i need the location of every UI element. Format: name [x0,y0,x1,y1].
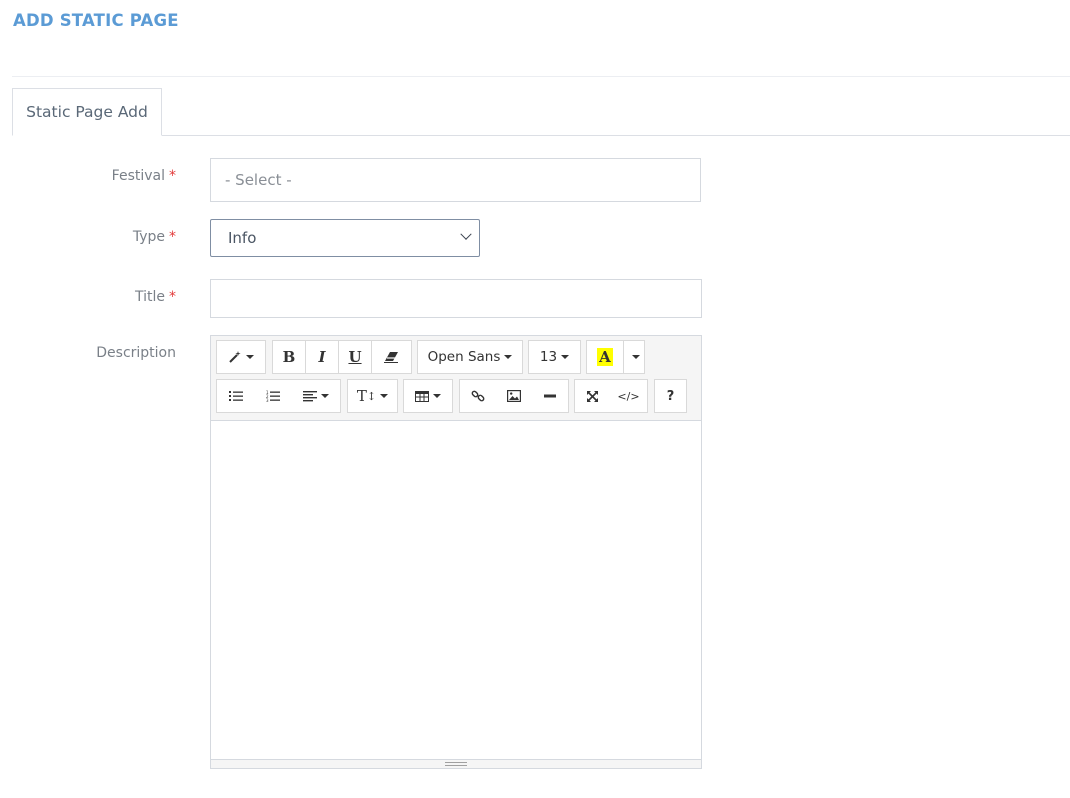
horizontal-rule-button[interactable] [532,379,569,413]
chevron-down-icon [460,228,472,240]
clear-format-button[interactable] [371,340,412,374]
fullscreen-button[interactable] [574,379,611,413]
festival-label-text: Festival [111,168,165,184]
unordered-list-icon [228,390,243,402]
editor-toolbar: B I U Open Sans 13 A 123 T ↕ </> ? [211,336,701,421]
help-button[interactable]: ? [654,379,687,413]
color-dropdown-button[interactable] [623,340,645,374]
font-size-value: 13 [539,349,558,365]
svg-text:3: 3 [266,398,269,403]
link-button[interactable] [459,379,496,413]
tab-static-page-add[interactable]: Static Page Add [12,88,162,136]
ordered-list-button[interactable]: 123 [254,379,292,413]
unordered-list-button[interactable] [216,379,255,413]
description-editor: B I U Open Sans 13 A 123 T ↕ </> ? [210,335,702,769]
paragraph-align-dropdown[interactable] [291,379,341,413]
title-label-text: Title [134,289,165,305]
code-view-button[interactable]: </> [610,379,648,413]
title-divider [12,76,1070,77]
underline-button[interactable]: U [338,340,372,374]
text-color-swatch: A [597,348,613,366]
font-name-value: Open Sans [427,349,501,365]
picture-icon [506,390,521,402]
required-mark: * [169,229,176,245]
ordered-list-icon: 123 [266,390,280,403]
type-label-text: Type [132,229,165,245]
link-icon [471,389,485,403]
picture-button[interactable] [495,379,533,413]
required-mark: * [169,289,176,305]
line-height-arrows-icon: ↕ [366,389,377,403]
required-mark: * [169,168,176,184]
type-label: Type * [133,229,176,245]
style-button[interactable] [216,340,266,374]
italic-button[interactable]: I [305,340,339,374]
editor-content-area[interactable] [211,421,701,759]
table-icon [415,390,429,402]
tab-bar-line [12,135,1070,136]
festival-select[interactable]: - Select - [210,158,701,202]
magic-wand-icon [228,350,242,364]
title-input[interactable] [210,279,702,318]
font-size-dropdown[interactable]: 13 [528,340,581,374]
type-select[interactable]: Info [210,219,480,257]
recent-color-button[interactable]: A [586,340,624,374]
eraser-icon [383,351,400,363]
festival-label: Festival * [112,168,176,184]
type-select-value: Info [228,229,257,247]
font-name-dropdown[interactable]: Open Sans [417,340,523,374]
page-title: ADD STATIC PAGE [13,11,179,30]
title-label: Title * [135,289,176,305]
line-height-label: T [356,387,367,405]
table-dropdown[interactable] [403,379,453,413]
resize-grip-icon [445,762,467,766]
bold-button[interactable]: B [272,340,306,374]
description-label: Description [96,345,176,361]
line-height-dropdown[interactable]: T ↕ [347,379,398,413]
editor-resize-bar[interactable] [211,759,701,768]
fullscreen-icon [586,390,599,403]
horizontal-rule-icon [544,394,556,398]
align-left-icon [302,390,317,402]
